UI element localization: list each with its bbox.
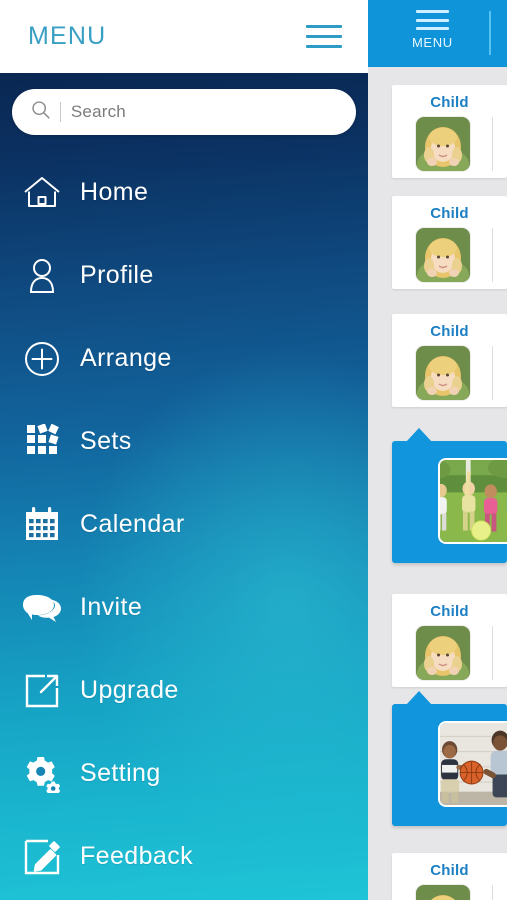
- girl-portrait-photo: [416, 885, 470, 900]
- menu-item-label: Sets: [80, 427, 132, 455]
- menu-item-invite[interactable]: Invite: [0, 566, 368, 649]
- list-item[interactable]: Child: [392, 85, 507, 178]
- menu-item-label: Calendar: [80, 510, 185, 538]
- external-link-icon: [20, 674, 64, 708]
- hamburger-bars: [415, 10, 449, 30]
- card-title: Child: [430, 603, 469, 620]
- menu-item-label: Arrange: [80, 344, 172, 372]
- menu-item-label: Invite: [80, 593, 143, 621]
- hamburger-bar: [306, 34, 342, 39]
- card-body: [392, 620, 507, 687]
- menu-item-setting[interactable]: Setting: [0, 732, 368, 815]
- menu-item-label: Home: [80, 178, 149, 206]
- chat-bubbles-icon: [20, 593, 64, 623]
- card-title: Child: [430, 323, 469, 340]
- list-item-selected[interactable]: [392, 428, 507, 563]
- selection-pointer-icon: [406, 691, 432, 705]
- card-divider: [492, 885, 493, 900]
- calendar-icon: [20, 506, 64, 543]
- card-list[interactable]: Child Child Child Child Child: [368, 67, 507, 900]
- list-item[interactable]: Child: [392, 314, 507, 407]
- girl-portrait-photo: [416, 626, 470, 680]
- menu-item-profile[interactable]: Profile: [0, 234, 368, 317]
- card-divider: [492, 626, 493, 680]
- hamburger-icon[interactable]: [306, 25, 342, 48]
- panel-header: MENU: [368, 0, 507, 67]
- card-body: [392, 879, 507, 900]
- card-title: Child: [430, 862, 469, 879]
- card-body: [392, 222, 507, 289]
- menu-item-home[interactable]: Home: [0, 151, 368, 234]
- card-body: [392, 340, 507, 407]
- list-item[interactable]: Child: [392, 594, 507, 687]
- card-divider: [492, 117, 493, 171]
- selection-pointer-icon: [406, 428, 432, 442]
- app-root: MENU Search Home Profile Arrange Sets Ca…: [0, 0, 507, 900]
- menu-item-calendar[interactable]: Calendar: [0, 483, 368, 566]
- card-divider: [492, 228, 493, 282]
- hamburger-bar: [415, 10, 449, 13]
- card-title: Child: [430, 94, 469, 111]
- menu-item-sets[interactable]: Sets: [0, 400, 368, 483]
- menu-item-label: Setting: [80, 759, 161, 787]
- plus-circle-icon: [20, 340, 64, 378]
- search-separator: [60, 102, 61, 122]
- search-box[interactable]: [12, 89, 356, 135]
- page-title: MENU: [28, 22, 107, 50]
- hamburger-bar: [306, 44, 342, 48]
- card-title: Child: [430, 205, 469, 222]
- kids-playing-soccer-photo: [438, 458, 507, 544]
- hamburger-label: MENU: [412, 35, 453, 50]
- girl-portrait-photo: [416, 117, 470, 171]
- drawer-header: MENU: [0, 0, 368, 73]
- hamburger-bar: [415, 18, 449, 22]
- navigation-drawer: MENU Search Home Profile Arrange Sets Ca…: [0, 0, 368, 900]
- menu-item-label: Upgrade: [80, 676, 179, 704]
- content-panel: MENU Child Child Child Child Child: [368, 0, 507, 900]
- menu-item-arrange[interactable]: Arrange: [0, 317, 368, 400]
- menu-item-feedback[interactable]: Feedback: [0, 815, 368, 898]
- menu-item-label: Feedback: [80, 842, 193, 870]
- girl-portrait-photo: [416, 228, 470, 282]
- menu-item-upgrade[interactable]: Upgrade: [0, 649, 368, 732]
- search-input[interactable]: [70, 102, 338, 122]
- kids-playing-basketball-photo: [438, 721, 507, 807]
- user-icon: [20, 257, 64, 295]
- list-item[interactable]: Child: [392, 853, 507, 900]
- girl-portrait-photo: [416, 346, 470, 400]
- hamburger-bar: [306, 25, 342, 29]
- drawer-body: Home Profile: [0, 73, 368, 900]
- grid-squares-icon: [20, 423, 64, 460]
- search-container: [0, 89, 368, 135]
- menu-item-label: Profile: [80, 261, 154, 289]
- card-divider: [492, 346, 493, 400]
- card-body: [392, 111, 507, 178]
- header-divider: [489, 11, 491, 55]
- search-icon: [30, 99, 51, 125]
- gear-icon: [20, 755, 64, 793]
- hamburger-icon[interactable]: MENU: [412, 10, 453, 50]
- hamburger-bar: [415, 27, 449, 30]
- list-item-selected[interactable]: [392, 691, 507, 826]
- pencil-square-icon: [20, 839, 64, 875]
- drawer-menu-list: Home Profile Arrange Sets Calendar Invit…: [0, 151, 368, 898]
- home-icon: [20, 174, 64, 211]
- list-item[interactable]: Child: [392, 196, 507, 289]
